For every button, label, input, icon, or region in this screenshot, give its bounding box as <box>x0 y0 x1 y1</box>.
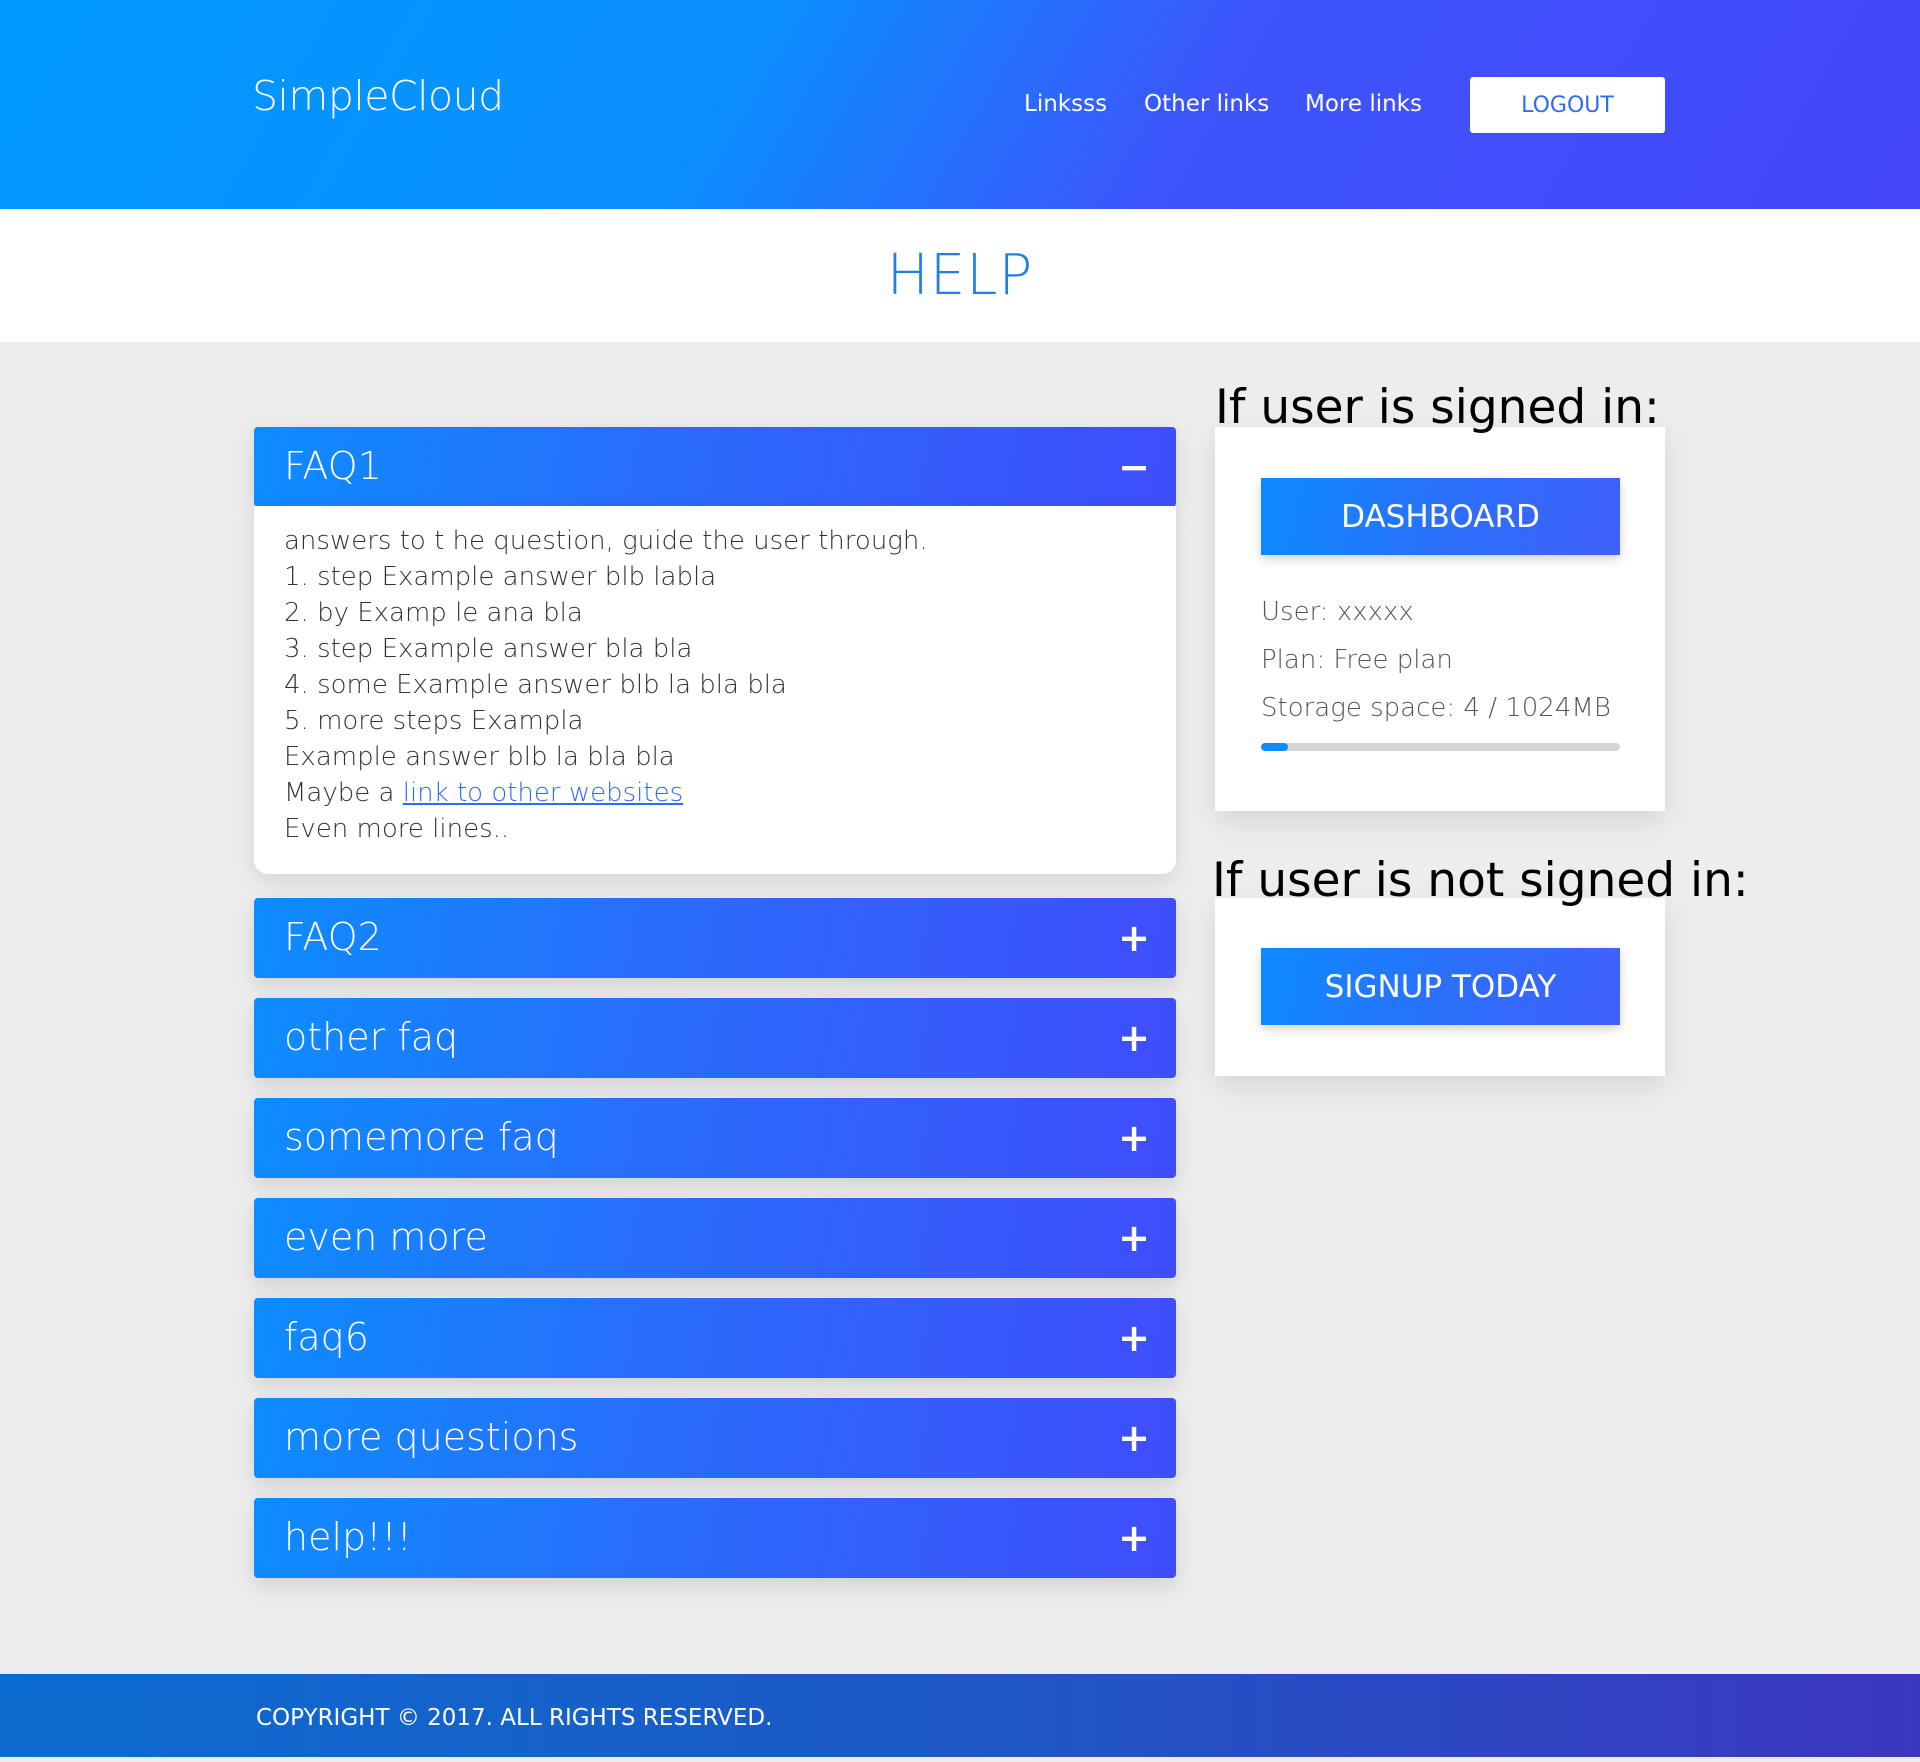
faq-item-even-more[interactable]: even more + <box>254 1198 1176 1278</box>
copyright-text: COPYRIGHT © 2017. ALL RIGHTS RESERVED. <box>256 1705 773 1731</box>
signup-button[interactable]: SIGNUP TODAY <box>1261 948 1620 1025</box>
external-link[interactable]: link to other websites <box>403 778 683 808</box>
storage-progress-bar <box>1261 743 1620 751</box>
user-info: User: xxxxx <box>1261 597 1414 627</box>
faq-item-more-questions[interactable]: more questions + <box>254 1398 1176 1478</box>
top-header: SimpleCloud Linksss Other links More lin… <box>0 0 1920 209</box>
faq-item-help[interactable]: help!!! + <box>254 1498 1176 1578</box>
nav-link-more-links[interactable]: More links <box>1305 91 1422 117</box>
brand-logo[interactable]: SimpleCloud <box>252 72 504 120</box>
answer-line: Example answer blb la bla bla <box>284 742 675 772</box>
answer-line: 3. step Example answer bla bla <box>284 634 693 664</box>
expand-icon[interactable]: + <box>1118 1298 1150 1378</box>
nav-link-linksss[interactable]: Linksss <box>1024 91 1107 117</box>
answer-line: 1. step Example answer blb labla <box>284 562 717 592</box>
faq-label: FAQ1 <box>284 444 382 488</box>
expand-icon[interactable]: + <box>1118 898 1150 978</box>
faq-item-faq1[interactable]: FAQ1 − <box>254 427 1176 507</box>
expand-icon[interactable]: + <box>1118 1198 1150 1278</box>
nav-link-other-links[interactable]: Other links <box>1144 91 1269 117</box>
page-title: HELP <box>886 243 1034 308</box>
faq-item-faq6[interactable]: faq6 + <box>254 1298 1176 1378</box>
plan-info: Plan: Free plan <box>1261 645 1453 675</box>
answer-line: Even more lines.. <box>284 814 510 844</box>
signed-in-heading: If user is signed in: <box>1215 380 1660 435</box>
expand-icon[interactable]: + <box>1118 1498 1150 1578</box>
dashboard-button[interactable]: DASHBOARD <box>1261 478 1620 555</box>
answer-line: 4. some Example answer blb la bla bla <box>284 670 787 700</box>
answer-link-line: Maybe a link to other websites <box>284 778 683 808</box>
expand-icon[interactable]: + <box>1118 998 1150 1078</box>
link-prefix: Maybe a <box>284 778 403 808</box>
answer-line: 2. by Examp le ana bla <box>284 598 583 628</box>
faq-label: other faq <box>284 1015 459 1059</box>
logout-button[interactable]: LOGOUT <box>1470 77 1665 133</box>
faq-label: help!!! <box>284 1515 412 1559</box>
faq-item-other-faq[interactable]: other faq + <box>254 998 1176 1078</box>
answer-line: answers to t he question, guide the user… <box>284 526 928 556</box>
faq-label: somemore faq <box>284 1115 559 1159</box>
footer: COPYRIGHT © 2017. ALL RIGHTS RESERVED. <box>0 1674 1920 1757</box>
account-card: DASHBOARD User: xxxxx Plan: Free plan St… <box>1215 427 1665 811</box>
storage-progress-fill <box>1261 743 1288 751</box>
faq-item-faq2[interactable]: FAQ2 + <box>254 898 1176 978</box>
faq-label: faq6 <box>284 1315 369 1359</box>
storage-info: Storage space: 4 / 1024MB <box>1261 693 1611 723</box>
faq-label: even more <box>284 1215 488 1259</box>
faq-item-somemore-faq[interactable]: somemore faq + <box>254 1098 1176 1178</box>
answer-line: 5. more steps Exampla <box>284 706 584 736</box>
faq-label: FAQ2 <box>284 915 382 959</box>
signup-card: SIGNUP TODAY <box>1215 898 1665 1076</box>
expand-icon[interactable]: + <box>1118 1098 1150 1178</box>
faq-answer-panel: answers to t he question, guide the user… <box>254 506 1176 874</box>
expand-icon[interactable]: + <box>1118 1398 1150 1478</box>
faq-label: more questions <box>284 1415 579 1459</box>
collapse-icon[interactable]: − <box>1118 427 1150 507</box>
signed-out-heading: If user is not signed in: <box>1212 853 1749 908</box>
